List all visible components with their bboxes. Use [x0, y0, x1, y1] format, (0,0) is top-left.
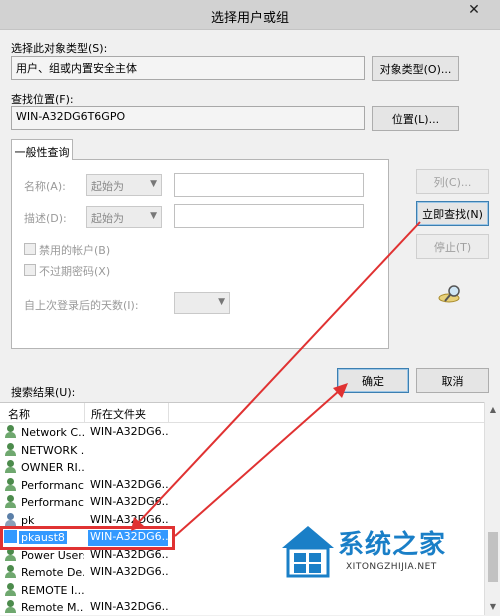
- description-mode-select[interactable]: 起始为 ▼: [86, 206, 162, 228]
- name-input[interactable]: [174, 173, 364, 197]
- scroll-down-arrow-icon[interactable]: ▼: [485, 599, 500, 615]
- location-label: 查找位置(F):: [11, 93, 74, 106]
- description-label: 描述(D):: [24, 212, 67, 225]
- location-button[interactable]: 位置(L)...: [372, 106, 459, 131]
- title-bar: 选择用户或组 ✕: [0, 0, 500, 30]
- chevron-down-icon: ▼: [150, 179, 157, 189]
- name-mode-select[interactable]: 起始为 ▼: [86, 174, 162, 196]
- days-since-login-label: 自上次登录后的天数(I):: [24, 299, 139, 312]
- row-name: Network C...: [21, 426, 84, 439]
- row-name-cell: OWNER RI...: [4, 460, 84, 476]
- column-divider[interactable]: [168, 403, 169, 423]
- group-icon: [4, 600, 17, 613]
- chevron-down-icon: ▼: [150, 211, 157, 221]
- disabled-accounts-checkbox[interactable]: [24, 243, 36, 255]
- row-folder: WIN-A32DG6...: [90, 495, 168, 508]
- watermark-brand: 系统之家: [338, 530, 447, 560]
- object-type-label: 选择此对象类型(S):: [11, 42, 108, 55]
- user-icon: [4, 512, 17, 526]
- row-folder: [88, 583, 168, 599]
- group-icon: [4, 460, 17, 473]
- group-icon: [4, 565, 17, 578]
- results-header: 名称 所在文件夹: [0, 403, 484, 423]
- stop-button[interactable]: 停止(T): [416, 234, 489, 259]
- non-expiring-password-checkbox[interactable]: [24, 264, 36, 276]
- close-button[interactable]: ✕: [454, 0, 494, 20]
- find-now-button[interactable]: 立即查找(N): [416, 201, 489, 226]
- row-name: Performanc...: [21, 478, 84, 492]
- columns-button[interactable]: 列(C)...: [416, 169, 489, 194]
- row-name: Remote M...: [21, 601, 84, 614]
- row-name-cell: Remote M...: [4, 600, 84, 616]
- group-icon: [4, 442, 17, 456]
- location-field: WIN-A32DG6T6GPO: [11, 106, 365, 130]
- row-name: Remote De...: [21, 566, 84, 579]
- object-type-field: 用户、组或内置安全主体: [11, 56, 365, 80]
- group-icon: [4, 425, 17, 438]
- row-name-cell: Network C...: [4, 425, 84, 441]
- non-expiring-password-label: 不过期密码(X): [39, 265, 111, 278]
- scrollbar-thumb[interactable]: [488, 532, 498, 582]
- disabled-accounts-label: 禁用的帐户(B): [39, 244, 111, 257]
- ok-button[interactable]: 确定: [337, 368, 409, 393]
- group-icon: [4, 477, 17, 491]
- search-animation-icon: [438, 285, 460, 303]
- selection-highlight-box: [0, 526, 175, 550]
- days-since-login-select[interactable]: ▼: [174, 292, 230, 314]
- row-name: Performanc...: [21, 496, 84, 509]
- row-folder: [88, 460, 168, 476]
- watermark-url: XITONGZHIJIA.NET: [346, 562, 437, 572]
- chevron-down-icon: ▼: [218, 297, 225, 307]
- house-logo-icon: [282, 526, 334, 578]
- group-icon: [4, 582, 17, 596]
- column-header-folder[interactable]: 所在文件夹: [91, 406, 146, 422]
- name-mode-value: 起始为: [91, 180, 124, 193]
- scroll-up-arrow-icon[interactable]: ▲: [485, 402, 500, 418]
- object-type-button[interactable]: 对象类型(O)...: [372, 56, 459, 81]
- row-name: NETWORK ...: [21, 443, 84, 457]
- row-folder: WIN-A32DG6...: [90, 425, 168, 438]
- table-row[interactable]: Performanc... WIN-A32DG6...: [0, 477, 484, 494]
- row-name-cell: REMOTE I...: [4, 582, 84, 599]
- description-mode-value: 起始为: [91, 212, 124, 225]
- dialog-title: 选择用户或组: [210, 11, 289, 26]
- name-label: 名称(A):: [24, 180, 66, 193]
- table-row[interactable]: Remote M... WIN-A32DG6...: [0, 599, 484, 616]
- row-folder: WIN-A32DG6...: [90, 565, 168, 578]
- search-results-label: 搜索结果(U):: [11, 386, 76, 399]
- row-name: Power Users: [21, 548, 84, 562]
- row-name: REMOTE I...: [21, 583, 84, 597]
- row-name-cell: Performanc...: [4, 495, 84, 511]
- column-divider[interactable]: [84, 403, 85, 423]
- row-name: pk: [21, 513, 35, 527]
- description-input[interactable]: [174, 204, 364, 228]
- tab-common-queries[interactable]: 一般性查询: [11, 139, 73, 160]
- cancel-button[interactable]: 取消: [416, 368, 489, 393]
- row-folder: WIN-A32DG6...: [90, 477, 168, 491]
- group-icon: [4, 495, 17, 508]
- row-name-cell: NETWORK ...: [4, 442, 84, 459]
- site-watermark: 系统之家 XITONGZHIJIA.NET: [278, 520, 488, 590]
- table-row[interactable]: Performanc... WIN-A32DG6...: [0, 494, 484, 511]
- row-name: OWNER RI...: [21, 461, 84, 474]
- table-row[interactable]: OWNER RI...: [0, 459, 484, 476]
- row-name-cell: Performanc...: [4, 477, 84, 494]
- table-row[interactable]: NETWORK ...: [0, 442, 484, 459]
- row-folder: WIN-A32DG6...: [90, 600, 168, 613]
- column-header-name[interactable]: 名称: [8, 406, 30, 422]
- row-name-cell: Remote De...: [4, 565, 84, 581]
- row-folder: [88, 443, 168, 459]
- table-row[interactable]: Network C... WIN-A32DG6...: [0, 424, 484, 441]
